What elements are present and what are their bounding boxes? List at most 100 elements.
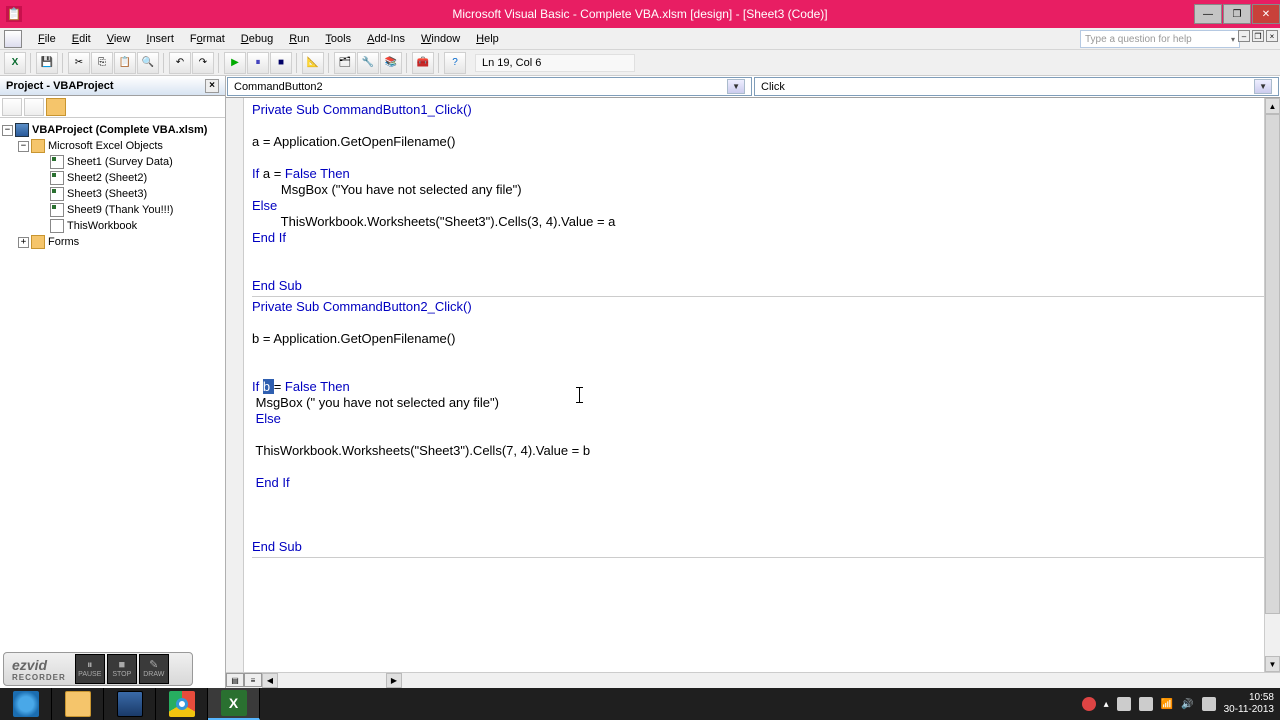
undo-icon[interactable]: ↶ <box>169 52 191 74</box>
project-explorer-icon[interactable]: 🗂 <box>334 52 356 74</box>
network-icon[interactable]: 📶 <box>1161 699 1173 710</box>
horizontal-scrollbar[interactable]: ◀ ▶ <box>262 673 402 688</box>
tree-group[interactable]: Microsoft Excel Objects <box>48 140 163 152</box>
taskbar-chrome[interactable] <box>156 688 208 720</box>
menu-addins[interactable]: Add-Ins <box>359 31 413 47</box>
project-explorer: Project - VBAProject × −VBAProject (Comp… <box>0 76 226 688</box>
sheet-icon <box>50 187 64 201</box>
view-code-icon[interactable] <box>2 98 22 116</box>
ie-icon <box>13 691 39 717</box>
find-icon[interactable]: 🔍 <box>137 52 159 74</box>
close-button[interactable]: ✕ <box>1252 4 1280 24</box>
copy-icon[interactable]: ⎘ <box>91 52 113 74</box>
scroll-left-icon[interactable]: ◀ <box>262 673 278 688</box>
tray-icon[interactable] <box>1082 697 1096 711</box>
mdi-minimize[interactable]: – <box>1238 30 1250 42</box>
properties-icon[interactable]: 🔧 <box>357 52 379 74</box>
toggle-folders-icon[interactable] <box>46 98 66 116</box>
menu-view[interactable]: View <box>99 31 139 47</box>
vertical-scrollbar[interactable]: ▲ ▼ <box>1264 98 1280 672</box>
menu-tools[interactable]: Tools <box>317 31 359 47</box>
menu-insert[interactable]: Insert <box>138 31 182 47</box>
expand-toggle[interactable]: − <box>2 125 13 136</box>
volume-icon[interactable]: 🔊 <box>1181 699 1193 710</box>
tree-sheet[interactable]: Sheet3 (Sheet3) <box>67 188 147 200</box>
expand-toggle[interactable]: + <box>18 237 29 248</box>
reset-icon[interactable]: ■ <box>270 52 292 74</box>
menu-debug[interactable]: Debug <box>233 31 281 47</box>
ezvid-draw-button[interactable]: ✎DRAW <box>139 654 169 684</box>
sheet-icon <box>50 171 64 185</box>
help-icon[interactable]: ? <box>444 52 466 74</box>
project-tree[interactable]: −VBAProject (Complete VBA.xlsm) −Microso… <box>0 118 225 688</box>
procedure-view-icon[interactable]: ▤ <box>226 673 244 687</box>
scroll-thumb[interactable] <box>1265 114 1280 614</box>
paste-icon[interactable]: 📋 <box>114 52 136 74</box>
menu-format[interactable]: Format <box>182 31 233 47</box>
redo-icon[interactable]: ↷ <box>192 52 214 74</box>
folder-icon <box>31 235 45 249</box>
help-search[interactable]: Type a question for help <box>1080 30 1240 48</box>
ezvid-stop-button[interactable]: ■STOP <box>107 654 137 684</box>
mdi-restore[interactable]: ❐ <box>1252 30 1264 42</box>
code-editor[interactable]: Private Sub CommandButton1_Click() a = A… <box>244 98 1280 672</box>
full-module-view-icon[interactable]: ≡ <box>244 673 262 687</box>
margin-indicator[interactable] <box>226 98 244 672</box>
sheet-icon <box>50 155 64 169</box>
ezvid-recorder: ezvidRECORDER ⏸PAUSE ■STOP ✎DRAW <box>3 652 193 686</box>
taskbar: X ▴ 📶 🔊 10:58 30-11-2013 <box>0 688 1280 720</box>
taskbar-explorer[interactable] <box>52 688 104 720</box>
mdi-close[interactable]: × <box>1266 30 1278 42</box>
clock[interactable]: 10:58 30-11-2013 <box>1224 692 1274 716</box>
object-browser-icon[interactable]: 📚 <box>380 52 402 74</box>
menubar: File Edit View Insert Format Debug Run T… <box>0 28 1280 50</box>
menu-run[interactable]: Run <box>281 31 317 47</box>
taskbar-excel[interactable]: X <box>208 688 260 720</box>
save-icon[interactable]: 💾 <box>36 52 58 74</box>
menu-file[interactable]: File <box>30 31 64 47</box>
tray-icon[interactable] <box>1202 697 1216 711</box>
project-explorer-close[interactable]: × <box>205 79 219 93</box>
tray-icon[interactable] <box>1117 697 1131 711</box>
project-root[interactable]: VBAProject (Complete VBA.xlsm) <box>32 124 207 136</box>
run-icon[interactable]: ▶ <box>224 52 246 74</box>
titlebar: 📋 Microsoft Visual Basic - Complete VBA.… <box>0 0 1280 28</box>
procedure-dropdown[interactable]: Click <box>754 77 1279 96</box>
system-tray[interactable]: ▴ 📶 🔊 10:58 30-11-2013 <box>1082 692 1280 716</box>
chrome-icon <box>169 691 195 717</box>
menu-edit[interactable]: Edit <box>64 31 99 47</box>
tray-icon[interactable] <box>1139 697 1153 711</box>
code-window: CommandButton2 Click Private Sub Command… <box>226 76 1280 688</box>
tree-sheet[interactable]: Sheet9 (Thank You!!!) <box>67 204 173 216</box>
maximize-button[interactable]: ❐ <box>1223 4 1251 24</box>
scroll-up-icon[interactable]: ▲ <box>1265 98 1280 114</box>
tray-arrow-icon[interactable]: ▴ <box>1104 699 1109 710</box>
scroll-down-icon[interactable]: ▼ <box>1265 656 1280 672</box>
ezvid-pause-button[interactable]: ⏸PAUSE <box>75 654 105 684</box>
standard-toolbar: X 💾 ✂ ⎘ 📋 🔍 ↶ ↷ ▶ ⏸ ■ 📐 🗂 🔧 📚 🧰 ? Ln 19,… <box>0 50 1280 76</box>
design-mode-icon[interactable]: 📐 <box>302 52 324 74</box>
object-dropdown[interactable]: CommandButton2 <box>227 77 752 96</box>
tree-sheet[interactable]: Sheet2 (Sheet2) <box>67 172 147 184</box>
tree-sheet[interactable]: ThisWorkbook <box>67 220 137 232</box>
excel-view-icon[interactable] <box>4 30 22 48</box>
line-col-indicator: Ln 19, Col 6 <box>475 54 635 72</box>
toolbox-icon[interactable]: 🧰 <box>412 52 434 74</box>
app-icon: 📋 <box>6 6 22 22</box>
view-object-icon[interactable] <box>24 98 44 116</box>
tree-sheet[interactable]: Sheet1 (Survey Data) <box>67 156 173 168</box>
taskbar-ie[interactable] <box>0 688 52 720</box>
minimize-button[interactable]: — <box>1194 4 1222 24</box>
menu-help[interactable]: Help <box>468 31 507 47</box>
window-title: Microsoft Visual Basic - Complete VBA.xl… <box>452 7 827 21</box>
view-excel-icon[interactable]: X <box>4 52 26 74</box>
taskbar-desktop[interactable] <box>104 688 156 720</box>
menu-window[interactable]: Window <box>413 31 468 47</box>
scroll-right-icon[interactable]: ▶ <box>386 673 402 688</box>
tree-forms[interactable]: Forms <box>48 236 79 248</box>
cut-icon[interactable]: ✂ <box>68 52 90 74</box>
break-icon[interactable]: ⏸ <box>247 52 269 74</box>
ezvid-logo: ezvidRECORDER <box>4 657 74 682</box>
folder-icon <box>31 139 45 153</box>
expand-toggle[interactable]: − <box>18 141 29 152</box>
